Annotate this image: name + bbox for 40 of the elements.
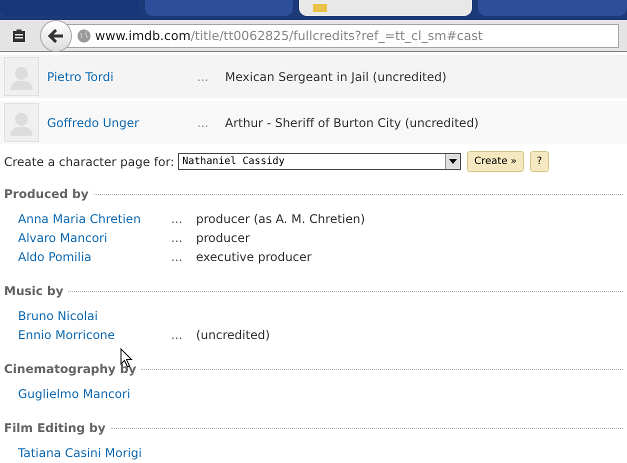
- character-select[interactable]: Nathaniel Cassidy: [178, 153, 462, 170]
- browser-tab[interactable]: [478, 0, 627, 16]
- crew-link[interactable]: Ennio Morricone: [18, 328, 171, 342]
- section-heading: Produced by: [4, 187, 89, 201]
- actor-link[interactable]: Goffredo Unger: [47, 116, 197, 130]
- role-text: producer: [196, 230, 250, 244]
- help-button[interactable]: ?: [530, 151, 550, 172]
- ellipsis-text: ...: [197, 70, 210, 84]
- ellipsis-text: ...: [171, 230, 184, 244]
- clipboard-icon[interactable]: [12, 28, 26, 42]
- form-label: Create a character page for:: [4, 154, 174, 168]
- url-host: www.imdb.com: [95, 28, 191, 43]
- crew-link[interactable]: Tatiana Casini Morigi: [18, 446, 171, 460]
- actor-link[interactable]: Pietro Tordi: [47, 70, 197, 84]
- globe-icon: [77, 28, 91, 42]
- url-path: /title/tt0062825/fullcredits?ref_=tt_cl_sm#cast: [190, 28, 483, 43]
- crew-link[interactable]: Alvaro Mancori: [18, 230, 171, 244]
- ellipsis-text: ...: [171, 212, 184, 226]
- role-text: executive producer: [196, 250, 312, 264]
- section-heading: Cinematography by: [4, 362, 136, 376]
- browser-tab[interactable]: [299, 0, 472, 16]
- crew-link[interactable]: Anna Maria Chretien: [18, 212, 171, 226]
- back-button[interactable]: [40, 20, 72, 52]
- section-heading: Music by: [4, 284, 64, 298]
- ellipsis-text: ...: [197, 116, 210, 130]
- character-text: Mexican Sergeant in Jail (uncredited): [225, 70, 447, 84]
- crew-link[interactable]: Guglielmo Mancori: [18, 386, 171, 400]
- crew-link[interactable]: Bruno Nicolai: [18, 308, 171, 322]
- section-heading: Film Editing by: [4, 421, 106, 435]
- folder-icon: [313, 4, 328, 12]
- create-button[interactable]: Create »: [467, 151, 524, 172]
- address-bar[interactable]: www.imdb.com/title/tt0062825/fullcredits?ref_=tt_cl_sm#cast: [66, 24, 619, 48]
- crew-link[interactable]: Aldo Pomilia: [18, 250, 171, 264]
- character-text: Arthur - Sheriff of Burton City (uncredited): [225, 116, 479, 130]
- role-text: (uncredited): [196, 328, 270, 342]
- browser-tab[interactable]: [144, 0, 294, 16]
- ellipsis-text: ...: [171, 328, 184, 342]
- ellipsis-text: ...: [171, 250, 184, 264]
- back-arrow-icon: [48, 28, 64, 42]
- role-text: producer (as A. M. Chretien): [196, 212, 366, 226]
